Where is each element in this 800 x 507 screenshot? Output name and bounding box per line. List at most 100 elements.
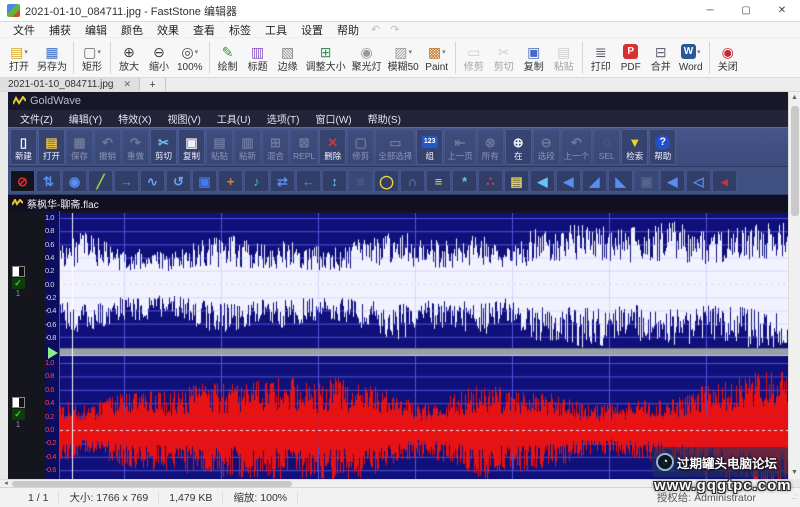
goldwave-menu-item-1[interactable]: 编辑(Y) [61,111,110,126]
gw-open-button[interactable]: ▤打开 [38,129,65,165]
effect-offset-icon[interactable]: → [114,170,139,192]
effect-reverb-icon[interactable]: ∩ [400,170,425,192]
effect-invert-icon[interactable]: ▣ [192,170,217,192]
effect-smoother-icon[interactable]: * [452,170,477,192]
dropdown-arrow-icon[interactable]: ▾ [409,48,413,56]
toolbar-close-button[interactable]: ◉关闭 [713,40,743,76]
dropdown-arrow-icon[interactable]: ▾ [24,48,28,56]
gw-zoom-in-icon: ⊕ [513,134,524,151]
goldwave-menu-item-0[interactable]: 文件(Z) [12,111,61,126]
gw-help-button[interactable]: ?帮助 [649,129,676,165]
toolbar-save-as-button[interactable]: ▦另存为 [34,40,70,76]
menu-item-8[interactable]: 设置 [294,22,330,38]
toolbar-edge-button[interactable]: ▧边缘 [273,40,303,76]
menu-item-0[interactable]: 文件 [6,22,42,38]
toolbar-print-button[interactable]: ≣打印 [586,40,616,76]
effect-doppler-icon[interactable]: ⇅ [36,170,61,192]
scroll-up-icon[interactable]: ▲ [789,92,800,104]
gw-save-icon: ▦ [73,134,85,151]
effect-dynamics-icon[interactable]: ◉ [62,170,87,192]
vertical-scroll-thumb[interactable] [791,106,799,216]
new-tab-button[interactable]: + [140,78,166,91]
channel-enabled-check-icon[interactable]: ✓ [12,409,25,420]
effect-maximize-volume-icon[interactable]: ◀ [660,170,685,192]
gw-new-button[interactable]: ▯新建 [10,129,37,165]
toolbar-open-button[interactable]: ▤▾打开 [4,40,34,76]
main-toolbar: ▤▾打开▦另存为▢▾矩形⊕放大⊖缩小◎▾100%✎绘制▥标题▧边缘⊞调整大小◉聚… [0,38,800,78]
channel-status-icon[interactable] [12,397,25,408]
effect-shape-volume-icon[interactable]: ◁ [686,170,711,192]
effect-volume-reduce-icon[interactable]: ◀ [556,170,581,192]
selection-start-marker[interactable] [48,347,58,359]
goldwave-menu-item-7[interactable]: 帮助(S) [360,111,409,126]
toolbar-word-button[interactable]: W▾Word [676,40,706,76]
toolbar-zoom-in-button[interactable]: ⊕放大 [114,40,144,76]
goldwave-menu-item-6[interactable]: 窗口(W) [307,111,359,126]
effect-volume-icon[interactable]: ◀ [530,170,555,192]
redo-icon: ↷ [385,23,404,36]
goldwave-menu-item-4[interactable]: 工具(U) [209,111,259,126]
menu-item-1[interactable]: 捕获 [42,22,78,38]
toolbar-rect-capture-button[interactable]: ▢▾矩形 [77,40,107,76]
effect-spectrum-icon[interactable]: ▤ [504,170,529,192]
gw-copy-button[interactable]: ▣复制 [178,129,205,165]
effect-fade-in-icon[interactable]: ◢ [582,170,607,192]
effect-equalizer-icon[interactable]: ≡ [426,170,451,192]
menu-item-4[interactable]: 效果 [150,22,186,38]
toolbar-spotlight-button[interactable]: ◉聚光灯 [349,40,385,76]
dropdown-arrow-icon[interactable]: ▾ [697,48,701,56]
menu-item-2[interactable]: 编辑 [78,22,114,38]
gw-search-button[interactable]: ▼检索 [621,129,648,165]
channel-status-icon[interactable] [12,266,25,277]
close-button[interactable]: ✕ [764,0,800,22]
goldwave-menu-item-5[interactable]: 选项(T) [259,111,308,126]
channel-enabled-check-icon[interactable]: ✓ [12,278,25,289]
menu-item-9[interactable]: 帮助 [330,22,366,38]
maximize-button[interactable]: ▢ [728,0,764,22]
effect-pan-icon[interactable]: ↕ [322,170,347,192]
toolbar-draw-button[interactable]: ✎绘制 [213,40,243,76]
vertical-scrollbar[interactable]: ▲ ▼ [788,92,800,479]
gw-zoom-in-button[interactable]: ⊕在 [505,129,532,165]
effect-noise-reduction-icon[interactable]: ∴ [478,170,503,192]
effect-fade-out-icon[interactable]: ◣ [608,170,633,192]
tab-active[interactable]: 2021-01-10_084711.jpg ✕ [0,78,140,91]
toolbar-pdf-button[interactable]: PPDF [616,40,646,76]
resize-grip[interactable]: .:: [791,492,798,501]
toolbar-zoom-100-button[interactable]: ◎▾100% [174,40,206,76]
effect-echo-icon[interactable]: ⇄ [270,170,295,192]
toolbar-paint-button[interactable]: ▩▾Paint [422,40,452,76]
effect-mechanize-icon[interactable]: ♪ [244,170,269,192]
gw-prev-page-icon: ⇤ [455,134,466,151]
toolbar-join-button[interactable]: ⊟合并 [646,40,676,76]
effect-interpolate-icon[interactable]: + [218,170,243,192]
gw-set-group-button[interactable]: 123组 [416,129,443,165]
scroll-left-icon[interactable]: ◂ [0,480,12,487]
goldwave-menu-item-3[interactable]: 视图(V) [159,111,208,126]
goldwave-menu-item-2[interactable]: 特效(X) [110,111,159,126]
toolbar-copy-button[interactable]: ▣复制 [519,40,549,76]
stereo-waveform-canvas[interactable] [60,213,788,479]
effect-reverse-icon[interactable]: ← [296,170,321,192]
effect-stereo-volume-icon[interactable]: ◂ [712,170,737,192]
dropdown-arrow-icon[interactable]: ▾ [195,48,199,56]
tab-close-icon[interactable]: ✕ [123,79,131,90]
effect-shape-icon[interactable]: ◯ [374,170,399,192]
effect-pitch-icon[interactable]: ╱ [88,170,113,192]
menu-item-6[interactable]: 标签 [222,22,258,38]
minimize-button[interactable]: ─ [692,0,728,22]
effect-disable-icon[interactable]: ⊘ [10,170,35,192]
gw-delete-button[interactable]: ✕删除 [319,129,346,165]
menu-item-5[interactable]: 查看 [186,22,222,38]
toolbar-zoom-out-button[interactable]: ⊖缩小 [144,40,174,76]
dropdown-arrow-icon[interactable]: ▾ [442,48,446,56]
toolbar-resize-button[interactable]: ⊞调整大小 [303,40,349,76]
dropdown-arrow-icon[interactable]: ▾ [97,48,101,56]
menu-item-3[interactable]: 颜色 [114,22,150,38]
gw-cut-button[interactable]: ✂剪切 [150,129,177,165]
toolbar-blur50-button[interactable]: ▨▾模糊50 [385,40,422,76]
effect-flanger-icon[interactable]: ↺ [166,170,191,192]
effect-filter-icon[interactable]: ∿ [140,170,165,192]
menu-item-7[interactable]: 工具 [258,22,294,38]
toolbar-caption-button[interactable]: ▥标题 [243,40,273,76]
